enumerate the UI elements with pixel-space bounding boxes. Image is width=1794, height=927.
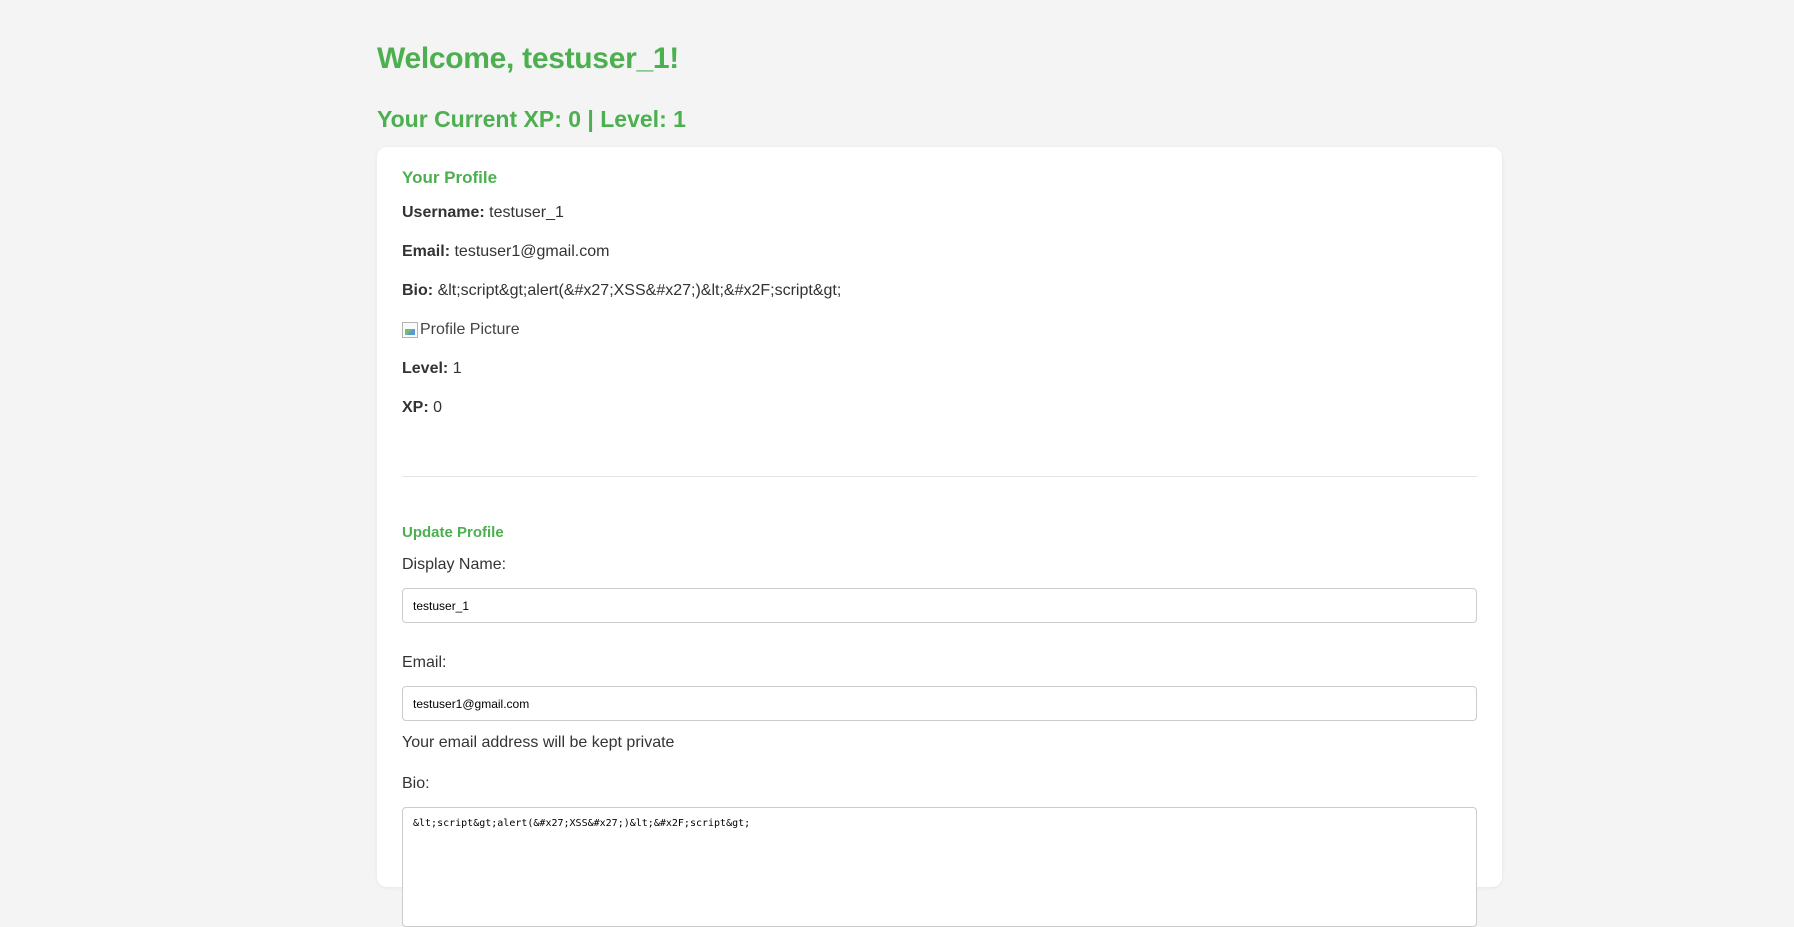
email-row: Email: testuser1@gmail.com — [402, 243, 609, 261]
email-privacy-note: Your email address will be kept private — [402, 734, 675, 751]
update-profile-title: Update Profile — [402, 524, 504, 541]
profile-picture: Profile Picture — [402, 321, 520, 339]
username-row: Username: testuser_1 — [402, 204, 564, 222]
bio-field-label: Bio: — [402, 775, 430, 792]
your-profile-title: Your Profile — [402, 168, 498, 187]
username-label: Username: — [402, 204, 485, 221]
welcome-heading: Welcome, testuser_1! — [377, 42, 679, 75]
level-label: Level: — [402, 360, 449, 377]
xp-level-heading: Your Current XP: 0 | Level: 1 — [377, 106, 686, 132]
xp-row: XP: 0 — [402, 399, 442, 417]
profile-picture-alt: Profile Picture — [420, 321, 520, 338]
bio-value: &lt;script&gt;alert(&#x27;XSS&#x27;)&lt;… — [437, 282, 842, 299]
email-field-label: Email: — [402, 654, 447, 671]
level-row: Level: 1 — [402, 360, 462, 378]
xp-label: XP: — [402, 399, 429, 416]
section-divider — [402, 476, 1477, 477]
email-input[interactable] — [402, 686, 1477, 721]
display-name-label: Display Name: — [402, 556, 507, 573]
xp-value: 0 — [433, 399, 443, 416]
username-value: testuser_1 — [489, 204, 564, 221]
bio-label: Bio: — [402, 282, 434, 299]
bio-row: Bio: &lt;script&gt;alert(&#x27;XSS&#x27;… — [402, 282, 841, 300]
profile-card: Your Profile Username: testuser_1 Email:… — [377, 147, 1502, 927]
display-name-input[interactable] — [402, 588, 1477, 623]
level-value: 1 — [452, 360, 462, 377]
email-label: Email: — [402, 243, 451, 260]
bio-textarea[interactable]: &lt;script&gt;alert(&#x27;XSS&#x27;)&lt;… — [402, 807, 1477, 927]
email-value: testuser1@gmail.com — [454, 243, 610, 260]
broken-image-icon — [402, 322, 418, 338]
